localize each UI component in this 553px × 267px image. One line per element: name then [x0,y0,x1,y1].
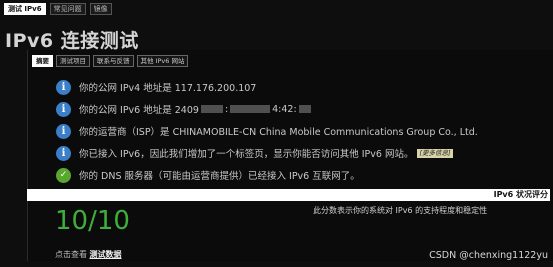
test-data-line: 点击查看 测试数据 [55,249,122,260]
tab-added-text: 你已接入 IPv6，因此我们增加了一个标签页，显示你能否访问其他 IPv6 网站… [79,149,414,160]
tab-mirrors[interactable]: 镜像 [89,3,112,15]
ipv4-address-text: 你的公网 IPv4 地址是 117.176.200.107 [79,83,257,94]
more-info-link[interactable]: [更多信息] [417,148,453,158]
list-item: i 你的运营商（ISP）是 CHINAMOBILE-CN China Mobil… [56,120,551,142]
tab-test-ipv6[interactable]: 测试 IPv6 [4,3,46,15]
tab-contact-feedback[interactable]: 联系与反馈 [93,55,134,67]
info-icon: i [56,101,71,117]
check-icon: ✓ [56,167,71,183]
info-icon: i [56,123,71,139]
ipv6-address-fragment: : [224,103,229,115]
tab-other-ipv6-sites[interactable]: 其他 IPv6 网站 [136,55,189,67]
page-title: IPv6 连接测试 [5,30,139,52]
dns-text: 你的 DNS 服务器（可能由运营商提供）已经接入 IPv6 互联网了。 [79,171,360,182]
sub-tab-bar: 摘要 测试项目 联系与反馈 其他 IPv6 网站 [32,55,189,67]
ipv6-address-fragment: 4:42: [272,103,297,115]
score-header: IPv6 状况评分 [27,189,550,201]
list-item: ✓ 你的 DNS 服务器（可能由运营商提供）已经接入 IPv6 互联网了。 [56,164,551,186]
info-icon: i [56,79,71,95]
redacted-block [200,105,223,113]
list-item: i 你的公网 IPv6 地址是 2409 : 4:42: [56,98,551,120]
test-data-link[interactable]: 测试数据 [90,250,122,259]
ipv6-address-text: 你的公网 IPv6 地址是 2409 [79,105,199,116]
redacted-block [230,105,271,113]
isp-text: 你的运营商（ISP）是 CHINAMOBILE-CN China Mobile … [79,127,478,138]
list-item: i 你的公网 IPv4 地址是 117.176.200.107 [56,76,551,98]
test-data-prefix: 点击查看 [55,250,90,259]
score-value: 10/10 [55,206,130,236]
tab-faq[interactable]: 常见问题 [49,3,86,15]
info-icon: i [56,145,71,161]
result-list: i 你的公网 IPv4 地址是 117.176.200.107 i 你的公网 I… [56,76,551,186]
score-title: IPv6 状况评分 [493,190,548,199]
top-tab-bar: 测试 IPv6 常见问题 镜像 [4,3,112,15]
watermark: CSDN @chenxing1122yu [429,250,548,261]
tab-test-items[interactable]: 测试项目 [56,55,90,67]
tab-summary[interactable]: 摘要 [32,55,53,67]
score-description: 此分数表示你的系统对 IPv6 的支持程度和稳定性 [313,206,488,215]
list-item: i 你已接入 IPv6，因此我们增加了一个标签页，显示你能否访问其他 IPv6 … [56,142,551,164]
redacted-block [298,105,311,113]
